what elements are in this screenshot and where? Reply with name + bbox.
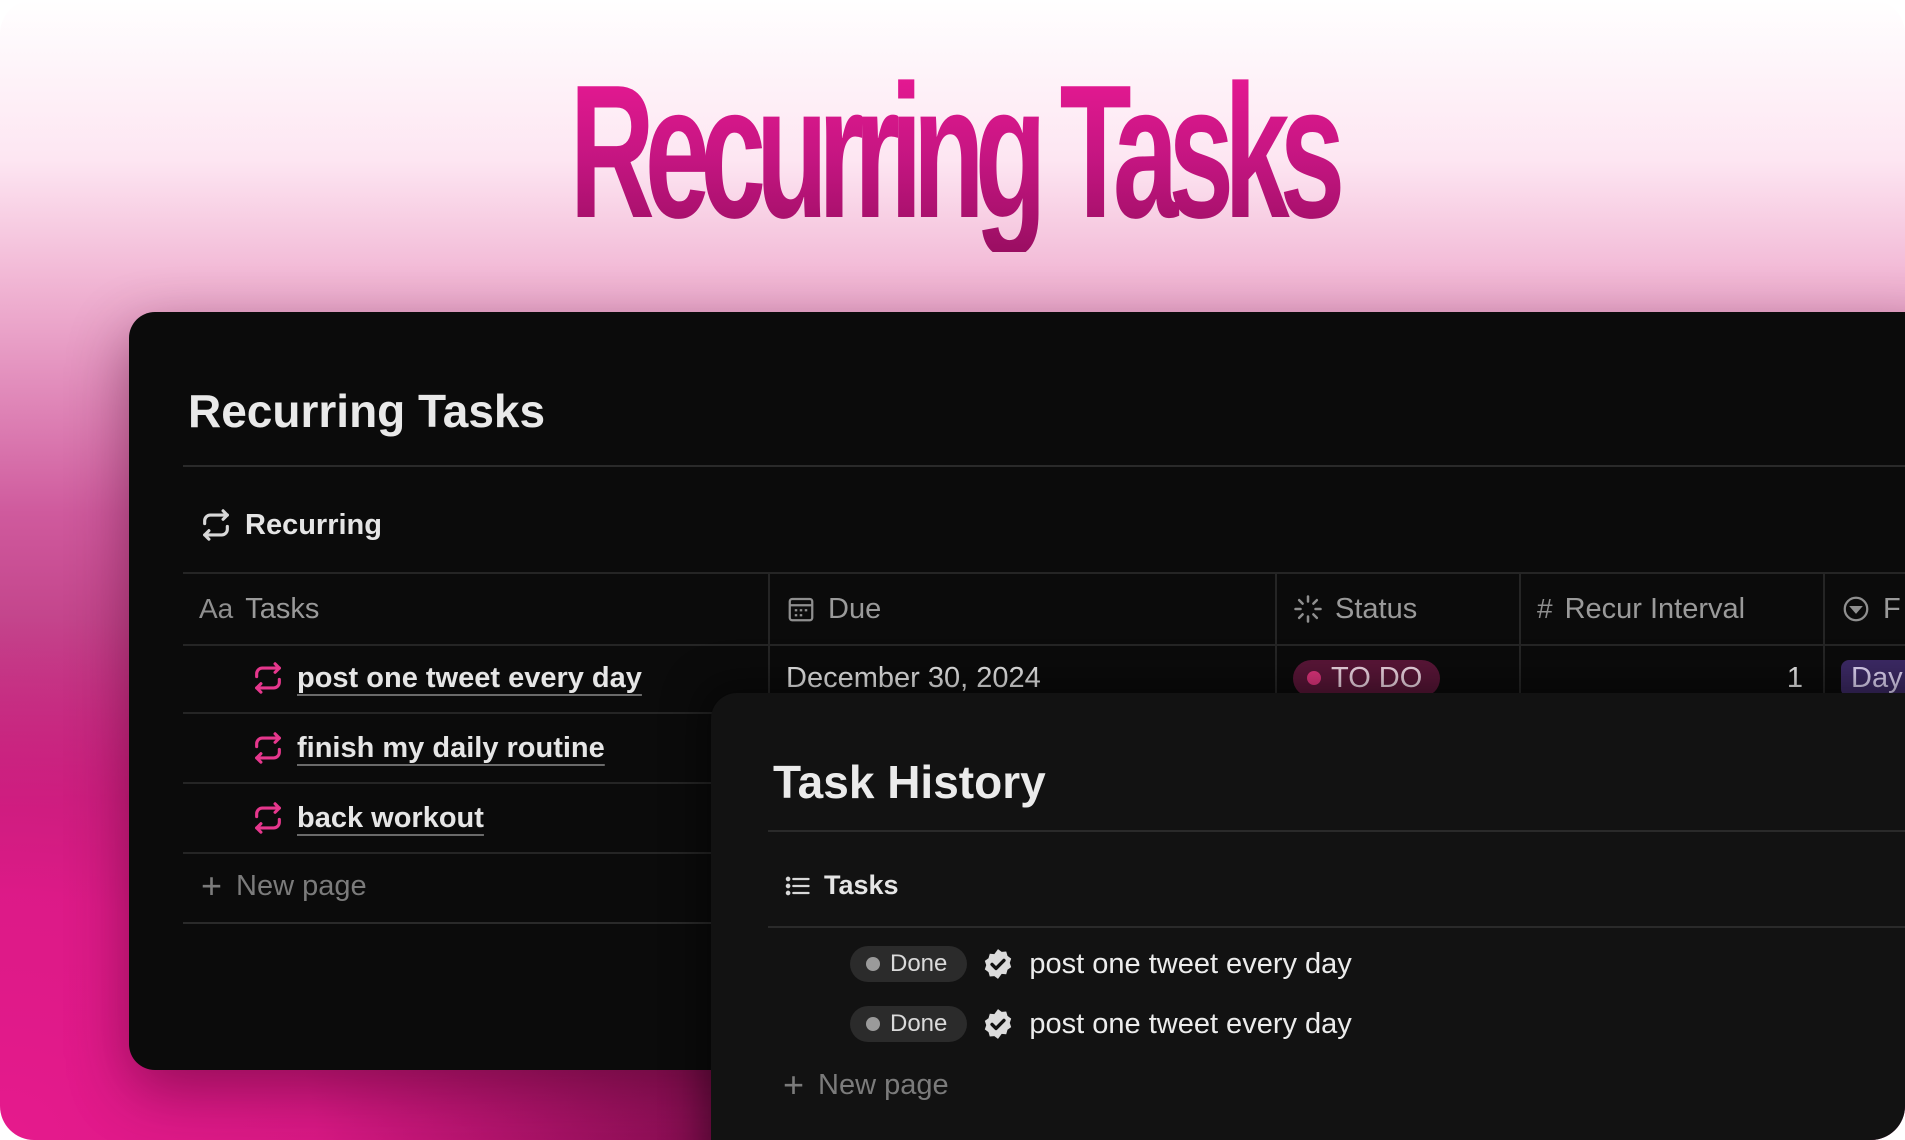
- repeat-icon: [255, 662, 281, 694]
- column-header-tasks[interactable]: Aa Tasks: [183, 574, 770, 644]
- view-tab-label: Recurring: [245, 508, 382, 541]
- column-header-due[interactable]: Due: [770, 574, 1277, 644]
- number-type-icon: #: [1537, 593, 1553, 624]
- frequency-tag: Day: [1841, 659, 1905, 697]
- history-task-title[interactable]: post one tweet every day: [1029, 1008, 1351, 1041]
- status-badge: Done: [850, 1006, 968, 1042]
- history-title-divider: [768, 830, 1905, 832]
- task-title[interactable]: post one tweet every day: [297, 662, 642, 695]
- history-title: Task History: [773, 756, 1046, 808]
- status-spinner-icon: [1294, 595, 1322, 623]
- repeat-icon: [203, 509, 229, 541]
- column-label: F: [1883, 592, 1901, 625]
- list-item[interactable]: Done post one tweet every day: [850, 1006, 1352, 1042]
- page-title: Recurring Tasks: [188, 385, 546, 437]
- plus-icon: +: [783, 1064, 805, 1105]
- task-cell[interactable]: finish my daily routine: [183, 714, 770, 782]
- repeat-icon: [255, 802, 281, 834]
- status-badge: Done: [850, 946, 968, 982]
- status-label: Done: [890, 1010, 948, 1037]
- repeat-icon: [255, 732, 281, 764]
- plus-icon: +: [201, 865, 223, 906]
- task-cell[interactable]: post one tweet every day: [183, 644, 770, 712]
- task-title[interactable]: finish my daily routine: [297, 732, 605, 765]
- status-label: TO DO: [1331, 661, 1423, 694]
- verified-check-icon: [985, 1009, 1012, 1039]
- new-page-button[interactable]: + New page: [783, 1067, 949, 1103]
- history-tab-divider: [768, 926, 1905, 928]
- status-dot: [866, 957, 880, 971]
- new-page-label: New page: [236, 869, 367, 902]
- table-bottom-divider: [183, 922, 783, 924]
- text-type-icon: Aa: [199, 593, 234, 624]
- select-icon: [1843, 596, 1869, 622]
- task-history-panel: Task History Tasks Done post one tweet e…: [711, 693, 1905, 1140]
- title-divider: [183, 465, 1905, 467]
- new-page-button[interactable]: + New page: [201, 868, 367, 904]
- table-header: Aa Tasks Due Status # Recur Interval F: [183, 572, 1905, 646]
- column-label: Due: [828, 592, 882, 625]
- status-dot: [1307, 671, 1321, 685]
- view-tab-recurring[interactable]: Recurring: [199, 508, 382, 542]
- status-badge: TO DO: [1293, 659, 1441, 697]
- column-label: Status: [1335, 592, 1418, 625]
- status-label: Done: [890, 950, 948, 977]
- task-title[interactable]: back workout: [297, 802, 484, 835]
- column-header-partial[interactable]: F: [1825, 574, 1905, 644]
- view-tab-tasks[interactable]: Tasks: [784, 870, 899, 901]
- background-canvas: Recurring Tasks Recurring Tasks Recurrin…: [0, 0, 1905, 1140]
- column-header-status[interactable]: Status: [1277, 574, 1521, 644]
- list-item[interactable]: Done post one tweet every day: [850, 946, 1352, 982]
- hero-title: Recurring Tasks: [362, 52, 1543, 252]
- column-label: Tasks: [245, 592, 320, 625]
- calendar-icon: [788, 597, 814, 622]
- list-icon: [785, 876, 810, 895]
- column-label: Recur Interval: [1564, 592, 1746, 625]
- column-header-recur-interval[interactable]: # Recur Interval: [1521, 574, 1825, 644]
- task-cell[interactable]: back workout: [183, 784, 770, 852]
- status-dot: [866, 1017, 880, 1031]
- view-tab-label: Tasks: [824, 870, 899, 900]
- new-page-label: New page: [818, 1068, 949, 1101]
- verified-check-icon: [985, 949, 1012, 979]
- history-task-title[interactable]: post one tweet every day: [1029, 948, 1351, 981]
